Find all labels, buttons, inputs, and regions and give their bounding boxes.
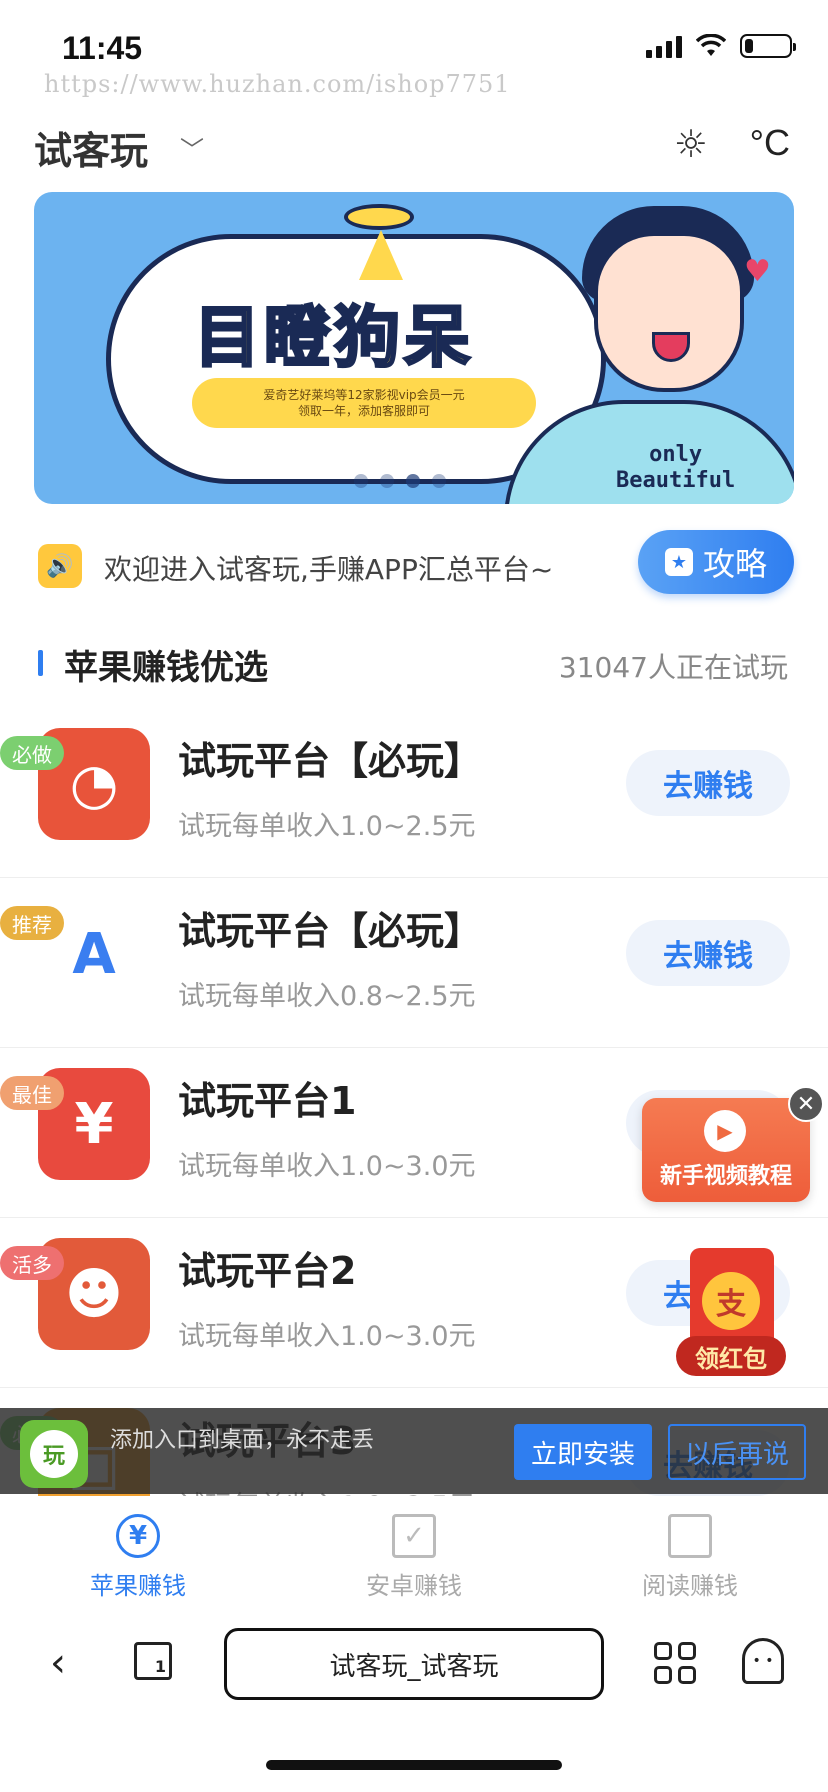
task-badge: 必做 [0, 736, 64, 770]
task-name: 试玩平台【必玩】 [178, 909, 483, 953]
signal-icon [646, 34, 682, 58]
carousel-dot[interactable] [354, 474, 368, 488]
sun-icon: ☼ [673, 122, 708, 166]
bottom-tab-bar: ¥ 苹果赚钱 ✓ 安卓赚钱 阅读赚钱 [0, 1496, 828, 1606]
install-button[interactable]: 立即安装 [514, 1424, 652, 1480]
yuan-circle-icon: ¥ [116, 1514, 160, 1558]
tab-label: 安卓赚钱 [366, 1572, 462, 1600]
app-logo: 玩 [20, 1420, 88, 1488]
ufo-beam [359, 230, 403, 280]
status-time: 11:45 [62, 30, 143, 66]
heart-icon: ♥ [744, 254, 771, 289]
banner-headline: 目瞪狗呆 [193, 298, 474, 378]
carousel-dot[interactable] [432, 474, 446, 488]
task-name: 试玩平台2 [178, 1249, 357, 1293]
install-text: 添加入口到桌面，永不走丢 [110, 1428, 375, 1453]
app-title[interactable]: 试客玩 [34, 120, 148, 175]
task-name: 试玩平台1 [178, 1079, 357, 1123]
task-badge: 推荐 [0, 906, 64, 940]
browser-toolbar: ‹ 1 试客玩_试客玩 • • [0, 1614, 828, 1714]
earn-button[interactable]: 去赚钱 [626, 920, 790, 986]
url-bar[interactable]: 试客玩_试客玩 [224, 1628, 604, 1700]
video-tutorial-label: 新手视频教程 [659, 1164, 792, 1189]
task-badge: 活多 [0, 1246, 64, 1280]
video-tutorial-widget[interactable]: ▶ 新手视频教程 [642, 1098, 810, 1202]
tab-apple-earn[interactable]: ¥ 苹果赚钱 [0, 1496, 276, 1606]
checkbox-icon: ✓ [392, 1514, 436, 1558]
task-row[interactable]: ◔ 试玩平台【必玩】 必做 试玩每单收入1.0~2.5元 去赚钱 [0, 708, 828, 878]
section-count: 31047人正在试玩 [558, 651, 788, 684]
battery-fill [745, 39, 754, 53]
ufo-icon [344, 204, 414, 230]
wifi-icon [696, 34, 726, 56]
task-badge: 最佳 [0, 1076, 64, 1110]
banner-pill: 爱奇艺好莱坞等12家影视vip会员一元 领取一年，添加客服即可 [192, 378, 536, 428]
red-packet-widget[interactable]: 支 领红包 [676, 1248, 786, 1380]
tabs-icon[interactable]: 1 [134, 1642, 172, 1680]
chevron-down-icon[interactable]: ﹀ [180, 130, 204, 165]
book-icon [668, 1514, 712, 1558]
task-description: 试玩每单收入1.0~2.5元 [178, 811, 476, 842]
apps-grid-icon[interactable] [654, 1642, 696, 1684]
task-description: 试玩每单收入1.0~3.0元 [178, 1151, 476, 1182]
tab-label: 苹果赚钱 [90, 1572, 186, 1600]
task-description: 试玩每单收入1.0~3.0元 [178, 1321, 476, 1352]
banner-caption-line2: Beautiful [616, 468, 736, 493]
notice-text: 欢迎进入试客玩,手赚APP汇总平台~ [104, 553, 554, 586]
ghost-menu-icon[interactable]: • • [742, 1638, 784, 1684]
back-icon[interactable]: ‹ [50, 1640, 66, 1686]
calendar-star-icon: ★ [664, 548, 693, 576]
temperature-unit: °C [749, 122, 790, 163]
carousel-dot[interactable] [406, 474, 420, 488]
later-button[interactable]: 以后再说 [668, 1424, 806, 1480]
promo-banner[interactable]: 目瞪狗呆 爱奇艺好莱坞等12家影视vip会员一元 领取一年，添加客服即可 ♥ o… [34, 192, 794, 504]
girl-face [594, 232, 744, 392]
tab-label: 阅读赚钱 [642, 1572, 738, 1600]
task-name: 试玩平台【必玩】 [178, 739, 483, 783]
status-icons [646, 34, 796, 58]
banner-caption: only Beautiful [616, 442, 735, 494]
earn-button[interactable]: 去赚钱 [626, 750, 790, 816]
tab-reading-earn[interactable]: 阅读赚钱 [552, 1496, 828, 1606]
red-packet-label: 领红包 [676, 1336, 786, 1376]
app-logo-text: 玩 [30, 1430, 78, 1478]
section-header: 苹果赚钱优选 31047人正在试玩 [34, 636, 794, 688]
battery-icon [740, 34, 796, 58]
banner-pill-line1: 爱奇艺好莱坞等12家影视vip会员一元 [263, 388, 465, 402]
header: 试客玩 ﹀ ☼ °C [0, 112, 828, 176]
install-banner: 玩 添加入口到桌面，永不走丢 立即安装 以后再说 [0, 1408, 828, 1494]
guide-button-label: 攻略 [702, 545, 767, 583]
task-row[interactable]: A 试玩平台【必玩】 推荐 试玩每单收入0.8~2.5元 去赚钱 [0, 878, 828, 1048]
watermark: https://www.huzhan.com/ishop7751 [44, 70, 511, 98]
guide-button[interactable]: ★ 攻略 [638, 530, 794, 594]
status-bar: 11:45 https://www.huzhan.com/ishop7751 [0, 0, 828, 98]
carousel-dots[interactable] [354, 474, 446, 488]
play-icon: ▶ [704, 1110, 746, 1152]
banner-caption-line1: only [649, 442, 703, 467]
notice-bar: 🔊 欢迎进入试客玩,手赚APP汇总平台~ ★ 攻略 [34, 530, 794, 602]
banner-pill-line2: 领取一年，添加客服即可 [297, 404, 430, 418]
close-icon[interactable]: ✕ [788, 1086, 824, 1122]
tab-android-earn[interactable]: ✓ 安卓赚钱 [276, 1496, 552, 1606]
carousel-dot[interactable] [380, 474, 394, 488]
alipay-coin-icon: 支 [702, 1272, 760, 1330]
section-title: 苹果赚钱优选 [64, 648, 268, 688]
speaker-icon: 🔊 [38, 544, 82, 588]
task-description: 试玩每单收入0.8~2.5元 [178, 981, 476, 1012]
home-indicator [266, 1760, 562, 1770]
section-accent-bar [38, 650, 43, 676]
